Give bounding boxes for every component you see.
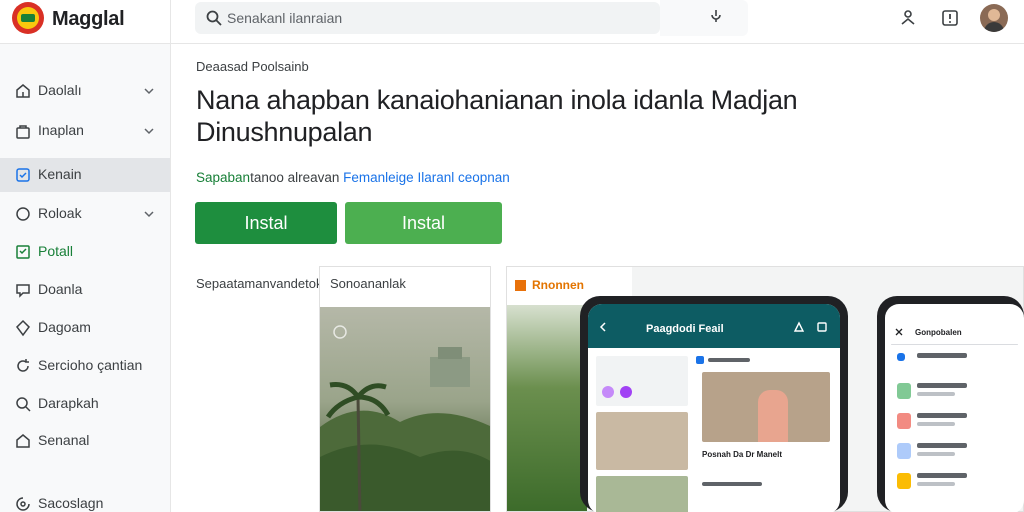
chevron-down-icon	[144, 211, 154, 218]
phone-screen: Gonpobalen	[885, 304, 1024, 512]
developer-link[interactable]: Sapaban	[196, 170, 250, 185]
avatar[interactable]	[980, 4, 1008, 32]
card-title: Sonoananlak	[330, 276, 406, 291]
phone-title: Gonpobalen	[915, 328, 962, 337]
breadcrumb[interactable]: Deaasad Poolsainb	[196, 59, 309, 74]
sidebar-item-label: Doanla	[38, 281, 83, 297]
sidebar-item-apps[interactable]: Kenain	[0, 158, 170, 192]
chat-icon	[16, 284, 30, 298]
sidebar-item-label: Darapkah	[38, 395, 99, 411]
category-link[interactable]: Femanleige Ilaranl ceopnan	[343, 170, 510, 185]
app-logo[interactable]	[12, 2, 44, 34]
sidebar-item-subscriptions[interactable]: Sercioho çantian	[0, 349, 170, 383]
sidebar-item-plans[interactable]: Inaplan	[0, 114, 170, 148]
notifications-icon[interactable]	[940, 8, 960, 28]
list-item	[893, 440, 1018, 462]
settings-icon	[16, 497, 30, 511]
card-title: Rnonnen	[532, 278, 584, 292]
install-secondary-button[interactable]: Instal	[345, 202, 502, 244]
bookmark-icon	[16, 245, 30, 259]
share-icon	[793, 321, 805, 332]
circle-icon	[16, 207, 30, 221]
search-suffix	[660, 0, 748, 36]
close-icon	[895, 328, 903, 336]
sidebar-item-label: Kenain	[38, 166, 82, 182]
phone-mockup: Gonpobalen	[877, 296, 1024, 512]
app-subtitle: Sapabantanoo alreavan Femanleige Ilaranl…	[196, 170, 510, 185]
sidebar: Daolalı Inaplan Kenain Roloak Potall Doa…	[0, 44, 171, 512]
refresh-icon	[17, 359, 29, 372]
chevron-down-icon	[144, 128, 154, 135]
video-caption: Posnah Da Dr Manelt	[702, 450, 783, 459]
phone-app-bar: Paagdodi Feail	[588, 304, 840, 348]
sidebar-item-label: Potall	[38, 243, 74, 259]
list-item	[893, 350, 1018, 372]
sidebar-item-diagram[interactable]: Dagoam	[0, 311, 170, 345]
list-item	[893, 410, 1018, 432]
home-icon	[16, 84, 30, 98]
pin-icon	[16, 319, 30, 337]
sidebar-item-general[interactable]: Senanal	[0, 424, 170, 458]
sidebar-item-label: Dagoam	[38, 319, 91, 335]
sidebar-item-reload[interactable]: Roloak	[0, 197, 170, 231]
phone-mockup: Paagdodi Feail Posnah Da Dr Manelt	[580, 296, 848, 512]
sidebar-item-label: Roloak	[38, 205, 82, 221]
avatar	[602, 386, 614, 398]
search-bar[interactable]	[195, 2, 660, 34]
menu-icon	[817, 322, 827, 332]
phone-title: Paagdodi Feail	[646, 323, 724, 335]
text-line	[708, 358, 750, 362]
back-icon	[599, 322, 606, 332]
install-button[interactable]: Instal	[195, 202, 337, 244]
landscape-image	[320, 307, 490, 511]
page-title: Nana ahapban kanaiohanianan inola idanla…	[196, 85, 798, 147]
list-item	[893, 380, 1018, 402]
list-item	[893, 470, 1018, 492]
thumbnail	[596, 356, 688, 406]
house-icon	[16, 434, 30, 448]
sidebar-item-label: Inaplan	[38, 122, 84, 138]
microphone-icon[interactable]	[708, 9, 724, 27]
app-icon	[696, 356, 704, 364]
brand-mark-icon	[515, 280, 526, 291]
sidebar-item-label: Sercioho çantian	[38, 357, 143, 373]
account-switch-icon[interactable]	[898, 8, 918, 28]
search-input[interactable]	[227, 6, 647, 30]
sidebar-item-label: Daolalı	[38, 82, 82, 98]
search-icon	[16, 397, 31, 412]
divider	[170, 0, 171, 44]
bag-icon	[16, 125, 30, 139]
app-icon	[16, 168, 30, 182]
palm-trees-image	[320, 325, 490, 511]
search-icon	[206, 10, 222, 26]
sidebar-item-settings[interactable]: Sacoslagn	[0, 487, 170, 512]
sidebar-item-portal[interactable]: Potall	[0, 235, 170, 269]
subtitle-text: tanoo alreavan	[250, 170, 340, 185]
avatar	[620, 386, 632, 398]
chevron-down-icon	[144, 88, 154, 95]
sidebar-item-downloads[interactable]: Doanla	[0, 273, 170, 307]
person-image	[758, 390, 788, 442]
sidebar-item-label: Senanal	[38, 432, 90, 448]
sidebar-item-search[interactable]: Darapkah	[0, 387, 170, 421]
phone-screen: Paagdodi Feail Posnah Da Dr Manelt	[588, 304, 840, 512]
app-title: Magglal	[52, 8, 125, 30]
text-line	[702, 482, 762, 486]
screenshot-card[interactable]: Sonoananlak	[319, 266, 491, 512]
screenshots-label: Sepaatamanvandetok	[196, 276, 323, 291]
video-thumbnail	[596, 412, 688, 470]
tropical-image	[507, 305, 587, 511]
divider	[891, 344, 1018, 345]
top-bar: Magglal	[0, 0, 1024, 44]
video-thumbnail	[596, 476, 688, 512]
sidebar-item-label: Sacoslagn	[38, 495, 104, 511]
sidebar-item-dashboard[interactable]: Daolalı	[0, 74, 170, 108]
